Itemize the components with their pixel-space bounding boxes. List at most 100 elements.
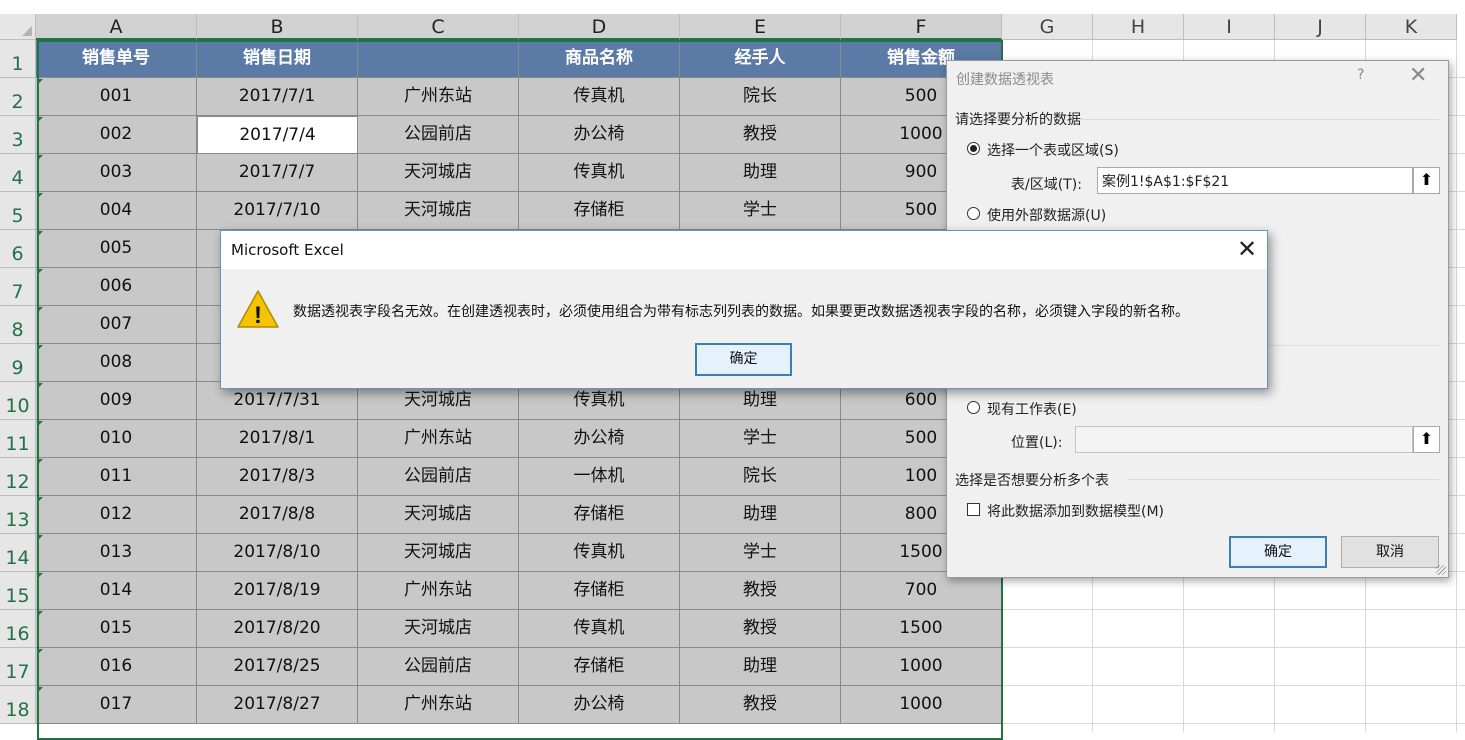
table-cell[interactable]: 公园前店	[358, 648, 519, 686]
ok-button[interactable]: 确定	[1229, 536, 1327, 568]
table-cell[interactable]: 005	[36, 230, 197, 268]
table-cell[interactable]: 办公椅	[519, 116, 680, 154]
header-cell[interactable]	[358, 40, 519, 78]
table-cell[interactable]: 天河城店	[358, 496, 519, 534]
table-cell[interactable]: 010	[36, 420, 197, 458]
column-header-f[interactable]: F	[841, 14, 1002, 40]
column-header-b[interactable]: B	[197, 14, 358, 40]
resize-grip-icon[interactable]	[1436, 565, 1446, 575]
table-cell[interactable]: 天河城店	[358, 610, 519, 648]
table-cell[interactable]: 院长	[680, 458, 841, 496]
table-cell[interactable]: 008	[36, 344, 197, 382]
table-cell[interactable]: 教授	[680, 116, 841, 154]
table-cell[interactable]: 2017/8/27	[197, 686, 358, 724]
header-cell[interactable]: 商品名称	[519, 40, 680, 78]
table-cell[interactable]: 2017/7/10	[197, 192, 358, 230]
table-cell[interactable]: 传真机	[519, 154, 680, 192]
range-picker-button[interactable]: ⬆	[1413, 167, 1440, 194]
table-cell[interactable]: 公园前店	[358, 116, 519, 154]
help-icon[interactable]: ?	[1357, 67, 1364, 83]
table-cell[interactable]: 存储柜	[519, 496, 680, 534]
row-header-11[interactable]: 11	[0, 420, 36, 458]
table-cell[interactable]: 传真机	[519, 610, 680, 648]
row-header-12[interactable]: 12	[0, 458, 36, 496]
table-cell[interactable]: 助理	[680, 496, 841, 534]
select-all-corner[interactable]	[0, 14, 36, 40]
row-header-14[interactable]: 14	[0, 534, 36, 572]
table-cell[interactable]: 存储柜	[519, 572, 680, 610]
ok-button[interactable]: 确定	[695, 343, 792, 376]
table-cell[interactable]: 012	[36, 496, 197, 534]
table-cell[interactable]: 教授	[680, 686, 841, 724]
table-cell[interactable]: 教授	[680, 610, 841, 648]
table-cell[interactable]: 2017/7/7	[197, 154, 358, 192]
table-cell[interactable]: 1000	[841, 648, 1002, 686]
table-cell[interactable]: 公园前店	[358, 458, 519, 496]
column-header-h[interactable]: H	[1093, 14, 1184, 40]
table-cell[interactable]: 2017/8/20	[197, 610, 358, 648]
column-header-a[interactable]: A	[36, 14, 197, 40]
table-cell[interactable]: 2017/8/19	[197, 572, 358, 610]
location-input[interactable]	[1075, 426, 1413, 453]
radio-table-range[interactable]	[967, 142, 980, 155]
column-header-d[interactable]: D	[519, 14, 680, 40]
row-header-6[interactable]: 6	[0, 230, 36, 268]
table-cell[interactable]: 004	[36, 192, 197, 230]
table-cell[interactable]: 2017/8/10	[197, 534, 358, 572]
table-cell[interactable]: 2017/8/1	[197, 420, 358, 458]
row-header-16[interactable]: 16	[0, 610, 36, 648]
table-cell[interactable]: 办公椅	[519, 420, 680, 458]
table-cell[interactable]: 广州东站	[358, 420, 519, 458]
table-cell[interactable]: 广州东站	[358, 686, 519, 724]
row-header-7[interactable]: 7	[0, 268, 36, 306]
row-header-5[interactable]: 5	[0, 192, 36, 230]
table-cell[interactable]: 广州东站	[358, 78, 519, 116]
row-header-1[interactable]: 1	[0, 40, 36, 78]
table-cell[interactable]: 存储柜	[519, 648, 680, 686]
table-cell[interactable]: 传真机	[519, 78, 680, 116]
add-to-model-checkbox[interactable]	[967, 503, 980, 516]
table-cell[interactable]: 2017/8/25	[197, 648, 358, 686]
row-header-9[interactable]: 9	[0, 344, 36, 382]
row-header-17[interactable]: 17	[0, 648, 36, 686]
table-cell[interactable]: 1500	[841, 610, 1002, 648]
table-cell[interactable]: 016	[36, 648, 197, 686]
column-header-c[interactable]: C	[358, 14, 519, 40]
table-cell[interactable]: 007	[36, 306, 197, 344]
row-header-10[interactable]: 10	[0, 382, 36, 420]
cancel-button[interactable]: 取消	[1341, 536, 1439, 568]
table-cell[interactable]: 学士	[680, 420, 841, 458]
range-input[interactable]: 案例1!$A$1:$F$21	[1097, 167, 1413, 194]
table-cell[interactable]: 015	[36, 610, 197, 648]
column-header-i[interactable]: I	[1184, 14, 1275, 40]
table-cell[interactable]: 013	[36, 534, 197, 572]
table-cell[interactable]: 助理	[680, 154, 841, 192]
header-cell[interactable]: 经手人	[680, 40, 841, 78]
table-cell[interactable]: 2017/8/3	[197, 458, 358, 496]
row-header-18[interactable]: 18	[0, 686, 36, 724]
radio-external-source[interactable]	[967, 207, 980, 220]
table-cell[interactable]: 014	[36, 572, 197, 610]
table-cell[interactable]: 天河城店	[358, 534, 519, 572]
table-cell[interactable]: 院长	[680, 78, 841, 116]
close-icon[interactable]: ✕	[1409, 63, 1427, 88]
table-cell[interactable]: 017	[36, 686, 197, 724]
row-header-13[interactable]: 13	[0, 496, 36, 534]
radio-existing-sheet[interactable]	[967, 401, 980, 414]
row-header-4[interactable]: 4	[0, 154, 36, 192]
table-cell[interactable]: 2017/7/1	[197, 78, 358, 116]
table-cell[interactable]: 天河城店	[358, 154, 519, 192]
table-cell[interactable]: 教授	[680, 572, 841, 610]
table-cell[interactable]: 009	[36, 382, 197, 420]
table-cell[interactable]: 001	[36, 78, 197, 116]
table-cell[interactable]: 学士	[680, 534, 841, 572]
row-header-8[interactable]: 8	[0, 306, 36, 344]
table-cell[interactable]: 002	[36, 116, 197, 154]
table-cell[interactable]: 006	[36, 268, 197, 306]
table-cell[interactable]: 办公椅	[519, 686, 680, 724]
table-cell[interactable]: 学士	[680, 192, 841, 230]
row-header-2[interactable]: 2	[0, 78, 36, 116]
table-cell[interactable]: 011	[36, 458, 197, 496]
table-cell[interactable]: 助理	[680, 648, 841, 686]
column-header-g[interactable]: G	[1002, 14, 1093, 40]
